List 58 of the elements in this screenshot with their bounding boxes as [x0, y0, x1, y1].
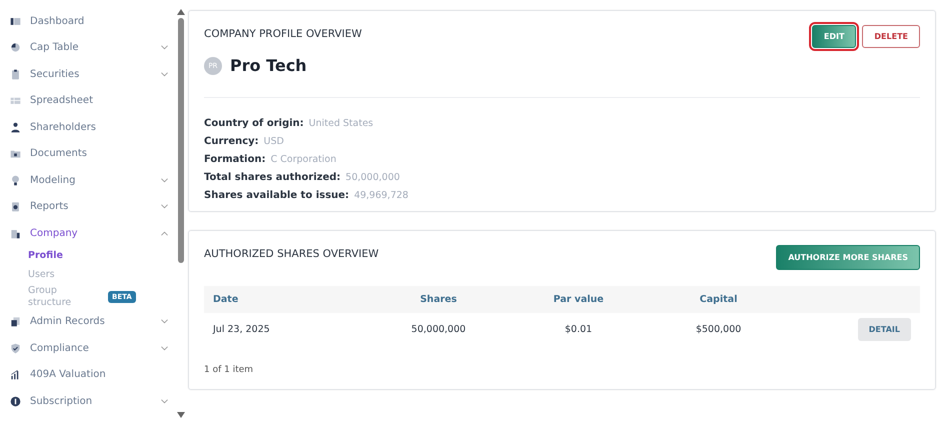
- shield-icon: [10, 342, 21, 354]
- edit-button[interactable]: EDIT: [812, 25, 856, 48]
- sidebar-item[interactable]: Subscription: [10, 388, 176, 414]
- field-value: C Corporation: [270, 154, 336, 165]
- item-count: 1 of 1 item: [204, 365, 254, 375]
- field-value: 49,969,728: [354, 190, 408, 201]
- sidebar-item[interactable]: Securities: [10, 61, 176, 88]
- sidebar-item[interactable]: Documents: [10, 140, 176, 167]
- column-header: Par value: [552, 294, 605, 305]
- sidebar-subitem[interactable]: Profile: [28, 250, 94, 262]
- person-icon: [10, 122, 21, 133]
- field-label: Country of origin:: [204, 118, 304, 129]
- sidebar-item[interactable]: Shareholders: [10, 114, 176, 140]
- sidebar-item[interactable]: 409A Valuation: [10, 362, 176, 388]
- field-value: United States: [308, 118, 374, 129]
- scroll-down-icon[interactable]: [177, 412, 185, 418]
- clipboard-icon: [10, 68, 21, 80]
- table-icon: [10, 95, 21, 106]
- field-value: 50,000,000: [346, 172, 400, 183]
- lightbulb-icon: [10, 174, 21, 186]
- folder-icon: [10, 148, 21, 160]
- field-label: Total shares authorized:: [204, 172, 341, 183]
- sidebar-item[interactable]: Company: [10, 220, 176, 246]
- column-header: Capital: [698, 294, 738, 305]
- sidebar-item[interactable]: Admin Records: [10, 308, 176, 335]
- documents-icon: [10, 316, 21, 328]
- field-label: Shares available to issue:: [204, 190, 350, 201]
- sidebar-item[interactable]: Reports: [10, 194, 176, 220]
- sidebar-item[interactable]: Modeling: [10, 167, 176, 194]
- bar-chart-icon: [10, 369, 21, 380]
- authorize-button[interactable]: AUTHORIZE MORE SHARES: [776, 245, 920, 270]
- coin-icon: [10, 396, 21, 407]
- sidebar-item[interactable]: Cap Table: [10, 34, 176, 61]
- sidebar-item[interactable]: Compliance: [10, 335, 176, 362]
- field-label: Formation:: [204, 154, 266, 165]
- scroll-thumb[interactable]: [178, 18, 184, 263]
- table-cell-text: 50,000,000: [410, 324, 467, 335]
- field-label: Currency:: [204, 136, 259, 147]
- company-name: Pro Tech: [230, 56, 307, 75]
- section-title: AUTHORIZED SHARES OVERVIEW: [204, 248, 379, 260]
- delete-button[interactable]: DELETE: [862, 25, 920, 48]
- report-icon: [10, 201, 21, 212]
- detail-button[interactable]: DETAIL: [858, 318, 911, 341]
- sidebar-subitem[interactable]: Users: [28, 269, 94, 281]
- column-header: Shares: [419, 294, 458, 305]
- field-value: USD: [264, 136, 284, 147]
- section-title: COMPANY PROFILE OVERVIEW: [204, 28, 362, 40]
- sidebar-item[interactable]: Spreadsheet: [10, 88, 176, 114]
- dashboard-icon: [10, 16, 21, 27]
- column-header: Date: [212, 294, 240, 305]
- table-cell-text: $500,000: [694, 324, 742, 335]
- sidebar-subitem[interactable]: Group structure: [28, 284, 94, 308]
- table-cell-text: Jul 23, 2025: [212, 324, 271, 335]
- table-cell-text: $0.01: [564, 324, 594, 335]
- sidebar-item[interactable]: Dashboard: [10, 8, 176, 34]
- scroll-up-icon[interactable]: [177, 9, 185, 15]
- pie-chart-icon: [10, 42, 21, 54]
- building-icon: [10, 228, 21, 239]
